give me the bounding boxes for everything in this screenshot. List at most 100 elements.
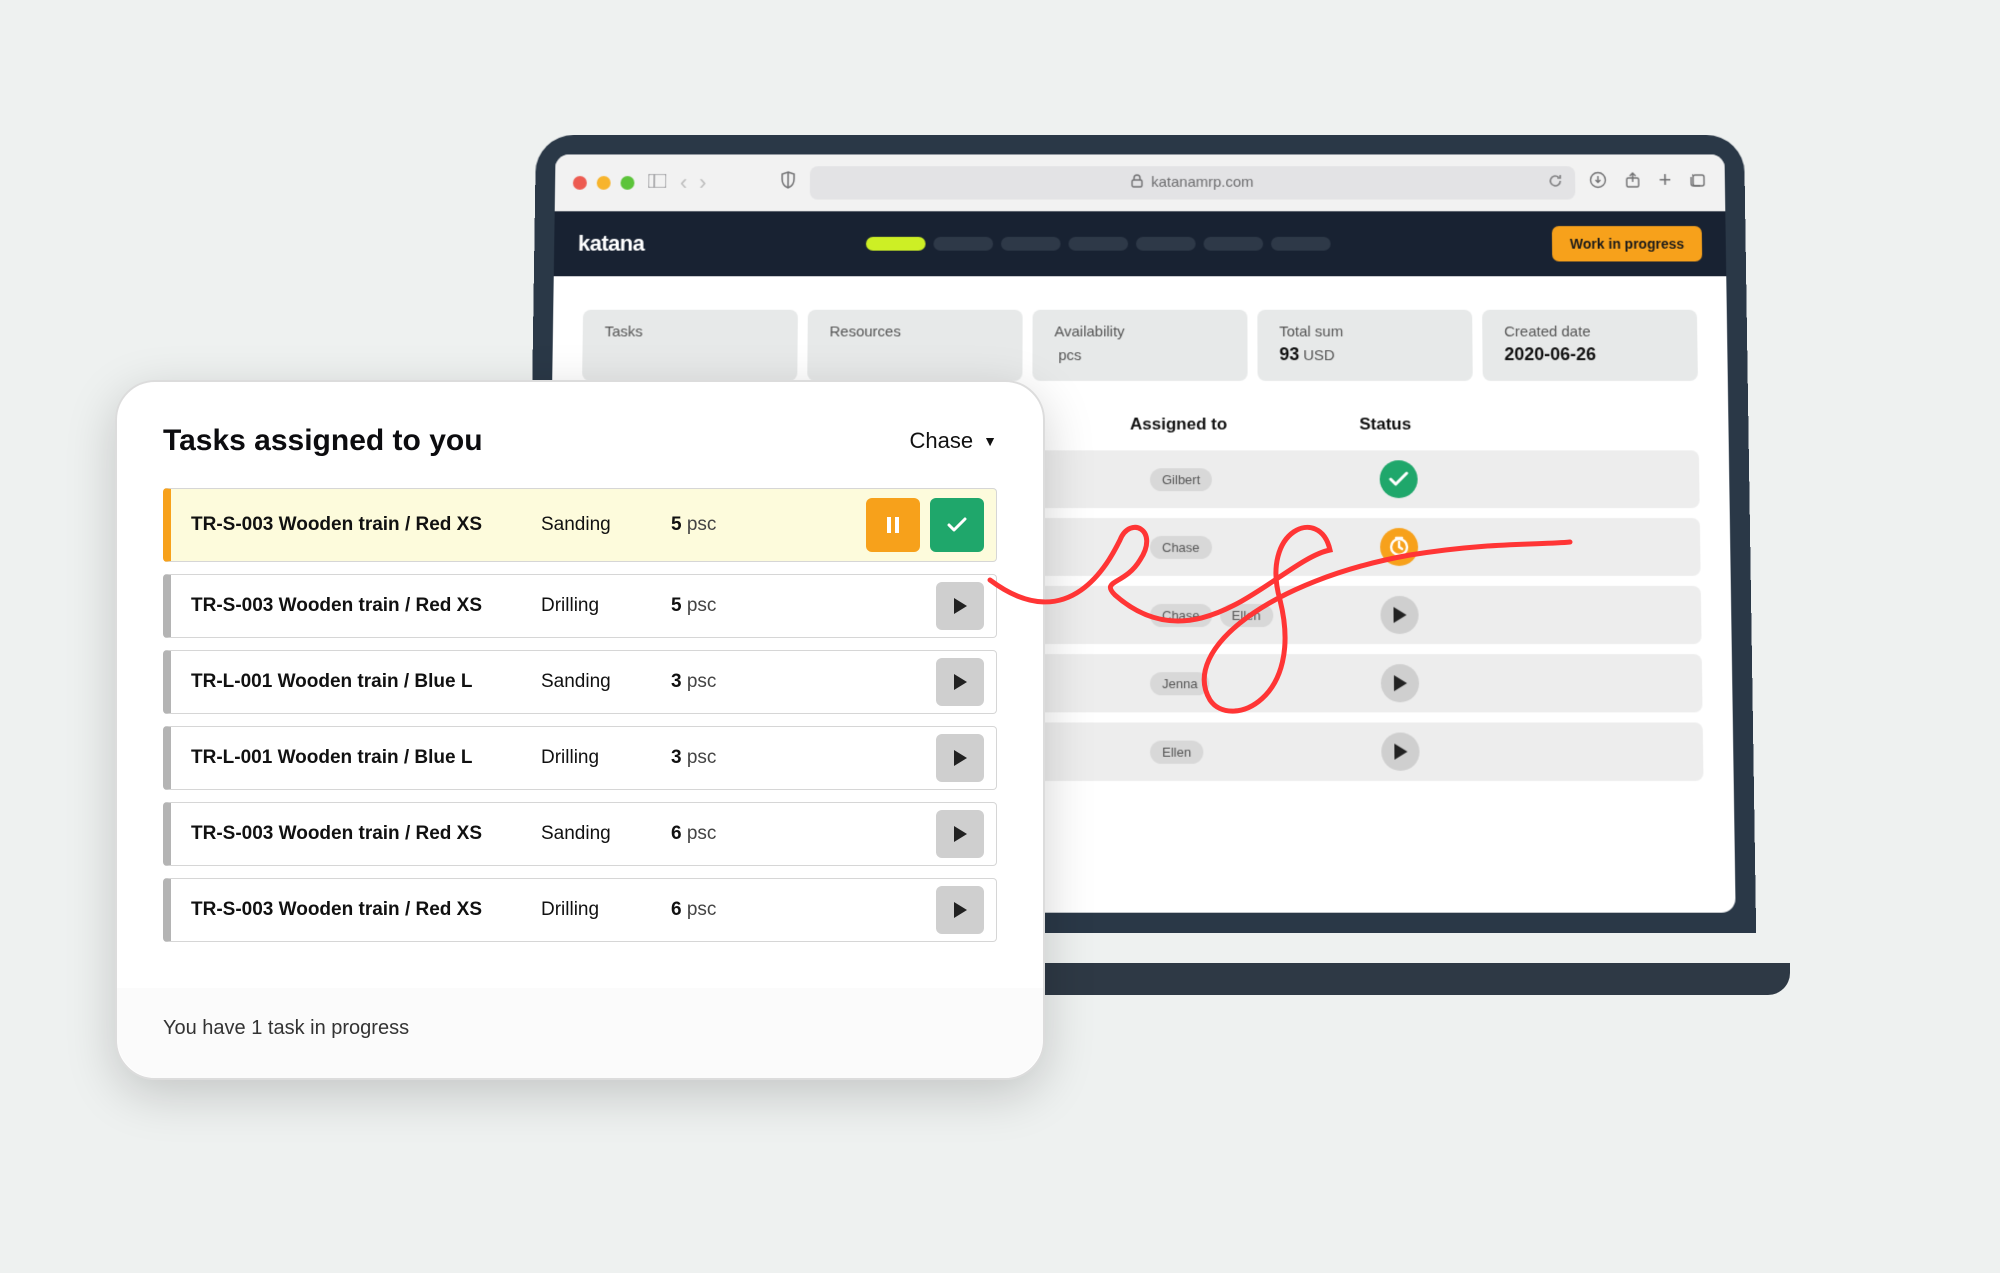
- task-row[interactable]: TR-S-003 Wooden train / Red XSDrilling5 …: [163, 574, 997, 638]
- nav-pill[interactable]: [1001, 237, 1061, 251]
- summary-label: Resources: [829, 324, 1000, 341]
- user-select-dropdown[interactable]: Chase ▼: [910, 428, 997, 454]
- nav-pill[interactable]: [1136, 237, 1196, 251]
- status-pending-button[interactable]: [1380, 528, 1418, 566]
- browser-chrome: ‹ › katanamrp.com: [555, 154, 1726, 211]
- summary-value: 2020-06-26: [1504, 344, 1675, 365]
- task-operation: Drilling: [541, 747, 671, 769]
- nav-pill[interactable]: [1271, 237, 1331, 251]
- status-cell: [1380, 528, 1530, 566]
- nav-pill[interactable]: [933, 237, 993, 251]
- reload-icon[interactable]: [1547, 173, 1563, 193]
- nav-pill-active[interactable]: [866, 237, 926, 251]
- summary-label: Total sum: [1279, 324, 1450, 341]
- downloads-icon[interactable]: [1589, 171, 1607, 194]
- browser-nav-arrows: ‹ ›: [680, 170, 707, 195]
- status-play-button[interactable]: [1381, 733, 1419, 771]
- summary-resources[interactable]: Resources: [807, 310, 1022, 381]
- tab-overview-icon[interactable]: [1689, 171, 1707, 194]
- summary-label: Created date: [1504, 324, 1675, 341]
- tablet-mockup: Tasks assigned to you Chase ▼ TR-S-003 W…: [115, 380, 1045, 1080]
- header-nav-pills: [684, 237, 1513, 251]
- task-row[interactable]: TR-S-003 Wooden train / Red XSSanding6 p…: [163, 802, 997, 866]
- task-actions: [936, 810, 996, 858]
- assigned-cell: Ellen: [1150, 740, 1381, 763]
- status-cell: [1380, 460, 1530, 498]
- summary-total-sum[interactable]: Total sum 93USD: [1257, 310, 1472, 381]
- app-header: katana Work in progress: [554, 211, 1727, 276]
- assignee-chip[interactable]: Gilbert: [1150, 468, 1212, 491]
- summary-created-date[interactable]: Created date 2020-06-26: [1482, 310, 1698, 381]
- assigned-cell: Gilbert: [1150, 468, 1380, 491]
- status-play-button[interactable]: [1380, 596, 1418, 634]
- task-row[interactable]: TR-L-001 Wooden train / Blue LDrilling3 …: [163, 726, 997, 790]
- task-operation: Sanding: [541, 514, 671, 536]
- assignee-chip[interactable]: Chase: [1150, 603, 1212, 626]
- task-name: TR-S-003 Wooden train / Red XS: [171, 595, 541, 617]
- task-quantity: 6 psc: [671, 823, 781, 845]
- start-task-button[interactable]: [936, 810, 984, 858]
- nav-pill[interactable]: [1203, 237, 1263, 251]
- summary-label: Availability: [1054, 324, 1225, 341]
- task-row[interactable]: TR-L-001 Wooden train / Blue LSanding3 p…: [163, 650, 997, 714]
- start-task-button[interactable]: [936, 734, 984, 782]
- new-tab-icon[interactable]: +: [1658, 171, 1671, 194]
- task-actions: [936, 658, 996, 706]
- task-actions: [936, 734, 996, 782]
- assignee-chip[interactable]: Ellen: [1150, 740, 1203, 763]
- maximize-window-icon[interactable]: [620, 176, 634, 190]
- address-url: katanamrp.com: [1151, 174, 1254, 191]
- browser-back-button[interactable]: ‹: [680, 170, 688, 195]
- assignee-chip[interactable]: Jenna: [1150, 672, 1210, 695]
- complete-task-button[interactable]: [930, 498, 984, 552]
- task-row[interactable]: TR-S-003 Wooden train / Red XSDrilling6 …: [163, 878, 997, 942]
- task-name: TR-S-003 Wooden train / Red XS: [171, 514, 541, 536]
- task-quantity: 5 psc: [671, 595, 781, 617]
- share-icon[interactable]: [1625, 171, 1641, 194]
- shield-icon[interactable]: [780, 171, 796, 195]
- summary-availability[interactable]: Availability pcs: [1032, 310, 1247, 381]
- task-operation: Drilling: [541, 899, 671, 921]
- task-actions: [936, 582, 996, 630]
- task-quantity: 3 psc: [671, 671, 781, 693]
- task-quantity: 3 psc: [671, 747, 781, 769]
- start-task-button[interactable]: [936, 582, 984, 630]
- status-cell: [1380, 596, 1531, 634]
- lock-icon: [1131, 174, 1143, 192]
- status-play-button[interactable]: [1381, 664, 1419, 702]
- summary-label: Tasks: [605, 324, 776, 341]
- browser-forward-button[interactable]: ›: [699, 170, 707, 195]
- minimize-window-icon[interactable]: [597, 176, 611, 190]
- task-operation: Drilling: [541, 595, 671, 617]
- status-cell: [1381, 733, 1532, 771]
- task-row[interactable]: TR-S-003 Wooden train / Red XSSanding5 p…: [163, 488, 997, 562]
- summary-boxes: Tasks Resources Availability pcs Total s…: [582, 310, 1698, 381]
- work-in-progress-button[interactable]: Work in progress: [1552, 226, 1702, 261]
- nav-pill[interactable]: [1068, 237, 1128, 251]
- assignee-chip[interactable]: Ellen: [1220, 603, 1273, 626]
- status-done-button[interactable]: [1380, 460, 1418, 498]
- status-cell: [1381, 664, 1532, 702]
- task-quantity: 6 psc: [671, 899, 781, 921]
- start-task-button[interactable]: [936, 886, 984, 934]
- close-window-icon[interactable]: [573, 176, 587, 190]
- window-traffic-lights: [573, 176, 635, 190]
- brand-logo[interactable]: katana: [578, 231, 645, 257]
- browser-address-bar[interactable]: katanamrp.com: [809, 166, 1575, 199]
- task-name: TR-S-003 Wooden train / Red XS: [171, 823, 541, 845]
- summary-tasks[interactable]: Tasks: [582, 310, 798, 381]
- chevron-down-icon: ▼: [983, 433, 997, 449]
- task-operation: Sanding: [541, 671, 671, 693]
- task-name: TR-S-003 Wooden train / Red XS: [171, 899, 541, 921]
- sidebar-toggle-icon[interactable]: [648, 172, 666, 193]
- assigned-cell: Jenna: [1150, 672, 1381, 695]
- tablet-footer: You have 1 task in progress: [117, 988, 1043, 1078]
- task-actions: [936, 886, 996, 934]
- start-task-button[interactable]: [936, 658, 984, 706]
- pause-task-button[interactable]: [866, 498, 920, 552]
- assignee-chip[interactable]: Chase: [1150, 535, 1212, 558]
- assigned-cell: Chase: [1150, 535, 1380, 558]
- task-operation: Sanding: [541, 823, 671, 845]
- col-assigned: Assigned to: [1130, 415, 1359, 435]
- summary-value: pcs: [1054, 344, 1225, 365]
